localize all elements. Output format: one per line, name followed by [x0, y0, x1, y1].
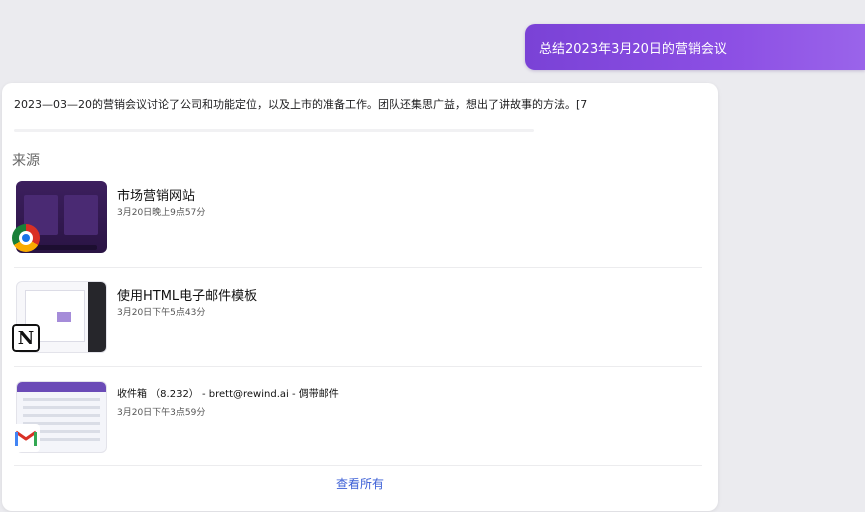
user-query-bubble: 总结2023年3月20日的营销会议 — [525, 24, 865, 70]
notion-icon: N — [12, 324, 40, 352]
divider-line — [14, 129, 534, 132]
gmail-icon — [12, 424, 40, 452]
source-time: 3月20日下午3点59分 — [117, 408, 206, 418]
source-title: 市场营销网站 — [117, 189, 196, 204]
view-all-link[interactable]: 查看所有 — [2, 475, 718, 492]
source-time: 3月20日晚上9点57分 — [117, 208, 206, 218]
answer-text: 2023—03—20的营销会议讨论了公司和功能定位，以及上市的准备工作。团队还集… — [14, 98, 588, 111]
source-item-marketing-website[interactable]: 市场营销网站 3月20日晚上9点57分 — [12, 179, 702, 269]
source-title: 收件箱 （8.232） - brett@rewind.ai - 倜带邮件 — [117, 389, 339, 400]
user-query-text: 总结2023年3月20日的营销会议 — [539, 41, 727, 57]
sources-heading: 来源 — [12, 153, 40, 169]
divider — [14, 465, 702, 466]
source-item-html-email-template[interactable]: N 使用HTML电子邮件模板 3月20日下午5点43分 — [12, 279, 702, 369]
source-item-inbox[interactable]: 收件箱 （8.232） - brett@rewind.ai - 倜带邮件 3月2… — [12, 379, 702, 469]
divider — [14, 267, 702, 268]
answer-card: 2023—03—20的营销会议讨论了公司和功能定位，以及上市的准备工作。团队还集… — [2, 83, 718, 511]
divider — [14, 366, 702, 367]
source-time: 3月20日下午5点43分 — [117, 308, 206, 318]
source-title: 使用HTML电子邮件模板 — [117, 289, 258, 304]
chrome-icon — [12, 224, 40, 252]
